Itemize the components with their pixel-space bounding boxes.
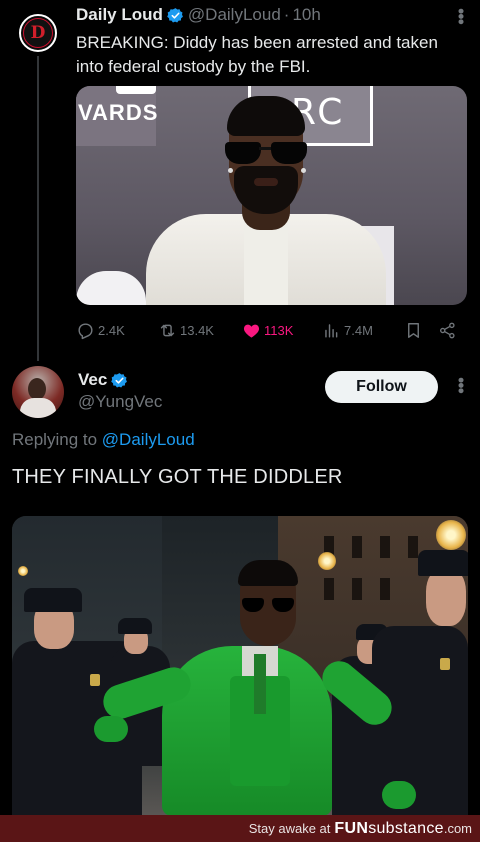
repost-icon	[160, 324, 175, 336]
tweet-image[interactable]	[12, 516, 468, 816]
building-window	[408, 536, 418, 558]
avatar-vec[interactable]	[12, 366, 64, 418]
watermark-domain: .com	[443, 821, 472, 836]
sunglasses-lens-right	[271, 142, 307, 164]
green-glove-right	[382, 781, 416, 809]
tweet-daily-loud[interactable]: D Daily Loud @DailyLoud · 10h ••• BREAKI…	[0, 0, 480, 361]
watermark-brand-main: FUN	[334, 819, 369, 837]
avatar-vec-head	[28, 378, 46, 400]
replying-to-line: Replying to @DailyLoud	[12, 430, 195, 450]
follow-button[interactable]: Follow	[325, 371, 438, 403]
officer-badge	[90, 674, 100, 686]
bookmark-action[interactable]	[404, 321, 426, 340]
foreground-shape	[76, 271, 146, 305]
daily-loud-logo: D	[23, 18, 53, 48]
reply-icon	[78, 322, 93, 339]
officer-back-cap	[118, 618, 152, 634]
verified-badge-icon	[111, 372, 128, 388]
street-lamp	[436, 520, 466, 550]
bookmark-icon	[408, 322, 419, 338]
building-window	[352, 536, 362, 558]
heart-filled-icon	[243, 324, 260, 338]
daily-loud-logo-glyph: D	[30, 22, 46, 43]
more-options-icon[interactable]: •••	[451, 377, 471, 393]
avatar-vec-body	[20, 398, 56, 418]
officer-left-cap	[24, 588, 82, 612]
verified-badge-icon	[167, 7, 183, 23]
green-tie	[254, 654, 266, 714]
handle[interactable]: @DailyLoud	[188, 5, 281, 25]
shirt	[244, 222, 288, 305]
funsubstance-watermark-bar: Stay awake at FUNsubstance .com	[0, 815, 480, 842]
watermark-brand-sub: substance	[368, 819, 444, 837]
display-name[interactable]: Vec	[78, 370, 107, 390]
replying-to-link[interactable]: @DailyLoud	[102, 430, 195, 449]
sunglasses	[225, 142, 307, 166]
backdrop-trim	[116, 86, 156, 94]
like-action[interactable]: 113K	[242, 321, 293, 340]
street-lamp	[18, 566, 28, 576]
tweet-image[interactable]: VARDS MRC	[76, 86, 467, 305]
tweet-text: BREAKING: Diddy has been arrested and ta…	[76, 33, 438, 76]
street-lamp	[318, 552, 336, 570]
sunglasses-lens-left	[242, 598, 264, 612]
building-window	[380, 578, 390, 600]
building-window	[352, 578, 362, 600]
hair	[238, 560, 298, 586]
avatar-daily-loud[interactable]: D	[19, 14, 57, 52]
earring-left	[228, 168, 233, 173]
like-count: 113K	[264, 322, 294, 338]
sunglasses	[242, 598, 294, 612]
officer-badge	[440, 658, 450, 670]
views-chart-icon	[325, 323, 338, 338]
tweet-header: Daily Loud @DailyLoud · 10h	[76, 4, 440, 26]
reply-author-header: Vec	[78, 369, 132, 391]
sunglasses-lens-right	[272, 598, 294, 612]
green-glove-left	[94, 716, 128, 742]
watermark-text: Stay awake at	[248, 821, 331, 836]
views-action[interactable]: 7.4M	[322, 321, 373, 340]
building-window	[324, 578, 334, 600]
handle[interactable]: @YungVec	[78, 392, 162, 412]
more-options-icon[interactable]: •••	[451, 8, 471, 24]
repost-count: 13.4K	[180, 322, 214, 338]
thread-connector-line	[37, 56, 39, 361]
officer-right-cap	[418, 550, 468, 576]
timestamp[interactable]: 10h	[292, 5, 320, 25]
tweet-text: THEY FINALLY GOT THE DIDDLER	[12, 466, 343, 488]
repost-action[interactable]: 13.4K	[158, 321, 214, 340]
meta-separator: ·	[283, 5, 290, 24]
display-name[interactable]: Daily Loud	[76, 5, 163, 25]
share-icon	[440, 322, 455, 338]
earring-right	[301, 168, 306, 173]
tweet-action-bar: 2.4K 13.4K 113K 7.4M	[76, 318, 460, 342]
reply-count: 2.4K	[98, 322, 125, 338]
share-action[interactable]	[438, 321, 460, 340]
person-figure	[146, 96, 386, 305]
building-window	[380, 536, 390, 558]
watermark-brand: FUNsubstance	[334, 820, 443, 838]
officer-right-head	[426, 568, 466, 626]
mouth	[254, 178, 278, 186]
tweet-vec-reply[interactable]: Vec @YungVec Follow ••• Replying to @Dai…	[0, 355, 480, 825]
hair	[227, 96, 305, 136]
views-count: 7.4M	[344, 322, 373, 338]
sunglasses-lens-left	[225, 142, 261, 164]
reply-action[interactable]: 2.4K	[76, 321, 125, 340]
replying-prefix: Replying to	[12, 430, 98, 449]
